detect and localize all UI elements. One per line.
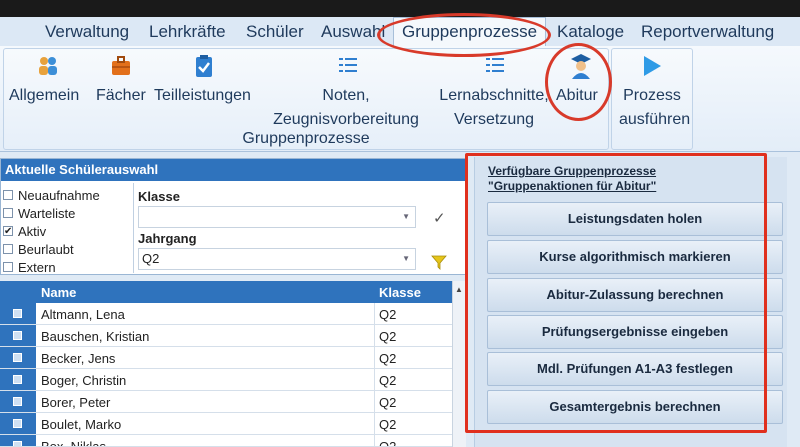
status-checkbox-list: Neuaufnahme Warteliste ✔ Aktiv Beurlaubt… xyxy=(3,186,131,276)
table-header: Name Klasse xyxy=(0,281,466,303)
noten-button-line1: Noten, xyxy=(322,87,370,104)
klasse-label: Klasse xyxy=(138,189,180,204)
tab-kataloge[interactable]: Kataloge xyxy=(557,22,624,42)
filter-icon[interactable] xyxy=(431,254,447,270)
checkbox-beurlaubt[interactable] xyxy=(3,244,13,254)
cell-klasse: Q2 xyxy=(379,395,397,410)
status-label: Beurlaubt xyxy=(18,241,74,257)
status-label: Aktiv xyxy=(18,223,47,239)
tab-verwaltung[interactable]: Verwaltung xyxy=(45,22,129,42)
status-aktiv[interactable]: ✔ Aktiv xyxy=(3,222,131,240)
tab-lehrkraefte[interactable]: Lehrkräfte xyxy=(149,22,226,42)
jahrgang-select[interactable]: Q2 ▼ xyxy=(138,248,416,270)
table-row[interactable]: Boger, Christin Q2 xyxy=(0,369,452,391)
clipboard-check-icon xyxy=(196,55,212,77)
table-row[interactable]: Borer, Peter Q2 xyxy=(0,391,452,413)
row-selector[interactable] xyxy=(0,325,36,346)
table-row[interactable]: Becker, Jens Q2 xyxy=(0,347,452,369)
row-selector[interactable] xyxy=(0,369,36,390)
chevron-down-icon: ▼ xyxy=(402,212,410,221)
list-icon xyxy=(339,58,357,72)
klasse-select[interactable]: ▼ xyxy=(138,206,416,228)
cell-name: Boger, Christin xyxy=(41,373,127,388)
title-bar xyxy=(0,0,800,17)
briefcase-icon xyxy=(112,56,130,75)
scroll-up-icon[interactable]: ▲ xyxy=(455,285,464,294)
lernabschnitte-button-line1: Lernabschnitte, xyxy=(439,87,549,104)
ribbon-group-prozess: Prozess ausführen xyxy=(611,48,693,150)
checkbox-aktiv[interactable]: ✔ xyxy=(3,226,13,237)
annotation-box-group-processes xyxy=(465,153,767,433)
apply-check-icon[interactable]: ✓ xyxy=(433,209,446,227)
cell-name: Box, Niklas xyxy=(41,439,107,447)
play-icon xyxy=(644,56,661,76)
cell-klasse: Q2 xyxy=(379,329,397,344)
cell-name: Altmann, Lena xyxy=(41,307,125,322)
cell-klasse: Q2 xyxy=(379,373,397,388)
faecher-button[interactable]: Fächer xyxy=(96,84,146,108)
list-detail-icon xyxy=(486,58,504,72)
status-warteliste[interactable]: Warteliste xyxy=(3,204,131,222)
ribbon: Allgemein Fächer Teilleistungen Noten, Z… xyxy=(0,46,800,152)
cell-klasse: Q2 xyxy=(379,351,397,366)
row-selector[interactable] xyxy=(0,347,36,368)
cell-klasse: Q2 xyxy=(379,307,397,322)
lernabschnitte-button-line2: Versetzung xyxy=(453,111,535,128)
cell-klasse: Q2 xyxy=(379,439,397,447)
column-header-klasse[interactable]: Klasse xyxy=(379,285,421,300)
teilleistungen-button[interactable]: Teilleistungen xyxy=(154,84,251,108)
jahrgang-label: Jahrgang xyxy=(138,231,197,246)
status-label: Extern xyxy=(18,259,56,275)
table-scrollbar[interactable]: ▲ xyxy=(452,281,466,447)
prozess-button-line1: Prozess xyxy=(623,87,681,104)
status-beurlaubt[interactable]: Beurlaubt xyxy=(3,240,131,258)
cell-klasse: Q2 xyxy=(379,417,397,432)
chevron-down-icon: ▼ xyxy=(402,254,410,263)
tab-reportverwaltung[interactable]: Reportverwaltung xyxy=(641,22,774,42)
prozess-button-line2: ausführen xyxy=(619,111,691,128)
cell-name: Becker, Jens xyxy=(41,351,116,366)
row-selector[interactable] xyxy=(0,435,36,446)
checkbox-extern[interactable] xyxy=(3,262,13,272)
column-header-name[interactable]: Name xyxy=(41,285,76,300)
cell-name: Borer, Peter xyxy=(41,395,111,410)
tab-auswahl[interactable]: Auswahl xyxy=(321,22,385,42)
student-table: Name Klasse Altmann, Lena Q2 Bauschen, K… xyxy=(0,281,466,447)
prozess-ausfuehren-button[interactable]: Prozess ausführen xyxy=(619,84,690,132)
ribbon-group-label: Gruppenprozesse xyxy=(242,130,370,147)
cell-name: Boulet, Marko xyxy=(41,417,122,432)
status-label: Warteliste xyxy=(18,205,76,221)
jahrgang-value: Q2 xyxy=(142,251,160,266)
row-selector[interactable] xyxy=(0,303,36,324)
row-selector[interactable] xyxy=(0,391,36,412)
checkbox-neuaufnahme[interactable] xyxy=(3,190,13,200)
filter-divider xyxy=(133,183,134,273)
student-filter-panel: Aktuelle Schülerauswahl Neuaufnahme Wart… xyxy=(0,158,467,276)
table-row[interactable]: Bauschen, Kristian Q2 xyxy=(0,325,452,347)
panel-margin xyxy=(787,157,800,447)
table-row[interactable]: Box, Niklas Q2 xyxy=(0,435,452,447)
filter-panel-title: Aktuelle Schülerauswahl xyxy=(1,159,467,181)
noten-button[interactable]: Noten, Zeugnisvorbereitung xyxy=(266,84,426,132)
status-label: Neuaufnahme xyxy=(18,187,100,203)
annotation-oval-abitur xyxy=(545,43,612,121)
status-extern[interactable]: Extern xyxy=(3,258,131,276)
row-selector[interactable] xyxy=(0,413,36,434)
noten-button-line2: Zeugnisvorbereitung xyxy=(273,111,419,128)
allgemein-button[interactable]: Allgemein xyxy=(9,84,79,108)
users-icon xyxy=(39,57,57,75)
ribbon-group-gruppenprozesse: Allgemein Fächer Teilleistungen Noten, Z… xyxy=(3,48,609,150)
table-row[interactable]: Boulet, Marko Q2 xyxy=(0,413,452,435)
status-neuaufnahme[interactable]: Neuaufnahme xyxy=(3,186,131,204)
lernabschnitte-button[interactable]: Lernabschnitte, Versetzung xyxy=(432,84,556,132)
table-row[interactable]: Altmann, Lena Q2 xyxy=(0,303,452,325)
cell-name: Bauschen, Kristian xyxy=(41,329,150,344)
tab-schueler[interactable]: Schüler xyxy=(246,22,304,42)
checkbox-warteliste[interactable] xyxy=(3,208,13,218)
annotation-oval-tab xyxy=(377,13,551,57)
